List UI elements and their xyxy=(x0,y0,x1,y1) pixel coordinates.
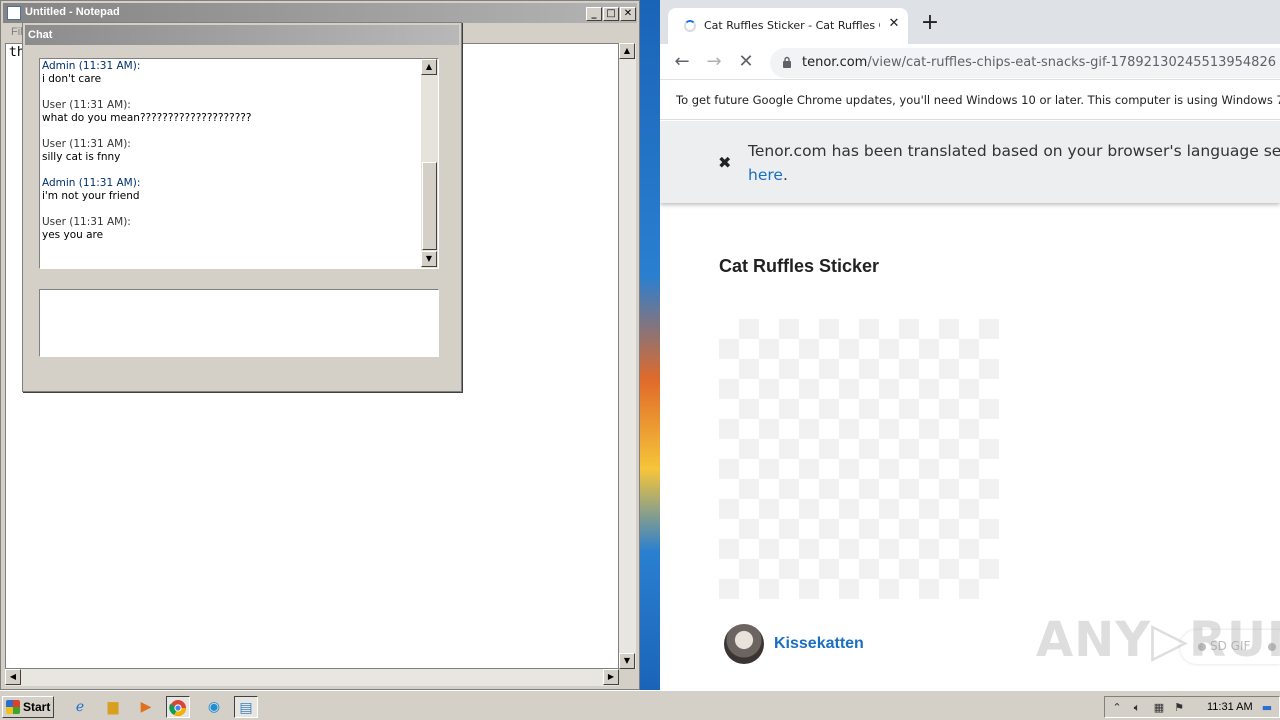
chat-input[interactable] xyxy=(39,289,439,357)
message-header: User (11:31 AM): xyxy=(42,99,131,111)
tab-title: Cat Ruffles Sticker - Cat Ruffles Chips xyxy=(704,19,880,32)
message-header: User (11:31 AM): xyxy=(42,216,131,228)
notepad-icon xyxy=(7,6,21,20)
back-icon[interactable]: ← xyxy=(670,50,694,74)
banner-text: Tenor.com has been translated based on y… xyxy=(748,142,1280,160)
url-path: /view/cat-ruffles-chips-eat-snacks-gif-1… xyxy=(867,55,1276,70)
sticker-image[interactable] xyxy=(719,319,999,599)
clock[interactable]: 11:31 AM xyxy=(1207,701,1253,713)
start-button[interactable]: Start xyxy=(2,696,54,718)
message-text: silly cat is fnny xyxy=(42,151,121,163)
new-tab-button[interactable]: + xyxy=(918,12,942,36)
media-player-icon[interactable]: ▶ xyxy=(134,696,158,718)
url-text: tenor.com/view/cat-ruffles-chips-eat-sna… xyxy=(802,55,1276,70)
notepad-horizontal-scrollbar[interactable]: ◀ ▶ xyxy=(5,669,619,686)
tab-close-icon[interactable]: ✕ xyxy=(886,16,902,32)
message-header: User (11:31 AM): xyxy=(42,138,131,150)
desktop-wallpaper xyxy=(640,0,660,690)
menu-file[interactable]: Fil xyxy=(11,26,23,38)
chat-titlebar[interactable]: Chat xyxy=(25,25,459,45)
banner-link[interactable]: here xyxy=(748,166,783,184)
scroll-thumb[interactable] xyxy=(422,162,437,250)
scroll-right-icon[interactable]: ▶ xyxy=(603,669,619,685)
stop-loading-icon[interactable]: ✕ xyxy=(734,50,758,74)
show-hidden-icons-icon[interactable]: ⌃ xyxy=(1109,700,1125,716)
minimize-button[interactable]: _ xyxy=(586,7,602,21)
notepad-taskbar-icon[interactable]: ▤ xyxy=(234,696,258,718)
browser-toolbar: ← → ✕ tenor.com/view/cat-ruffles-chips-e… xyxy=(660,44,1280,80)
chat-window: Chat Admin (11:31 AM): i don't care User… xyxy=(22,22,462,392)
chat-message: User (11:31 AM): silly cat is fnny xyxy=(42,138,420,164)
scroll-down-icon[interactable]: ▼ xyxy=(421,251,437,267)
banner-link-suffix: . xyxy=(782,166,788,184)
infobar-message: To get future Google Chrome updates, you… xyxy=(676,93,1280,107)
page-title: Cat Ruffles Sticker xyxy=(719,256,880,276)
start-label: Start xyxy=(23,700,51,714)
author-link[interactable]: Kissekatten xyxy=(774,635,864,653)
system-tray: ⌃ 🔈︎ ▦ ⚑ 11:31 AM ▬ xyxy=(1104,696,1280,718)
maximize-button[interactable]: □ xyxy=(603,7,619,21)
scroll-left-icon[interactable]: ◀ xyxy=(5,669,21,685)
loading-spinner-icon xyxy=(684,20,696,32)
network-icon[interactable]: ▦ xyxy=(1151,700,1167,716)
volume-icon[interactable]: 🔈︎ xyxy=(1129,700,1145,716)
scroll-down-icon[interactable]: ▼ xyxy=(619,653,635,669)
watermark: ANY▷RUN xyxy=(1036,612,1280,668)
notepad-vertical-scrollbar[interactable]: ▲ ▼ xyxy=(619,43,636,669)
message-text: i don't care xyxy=(42,73,102,85)
message-header: Admin (11:31 AM): xyxy=(42,60,141,72)
chat-message: User (11:31 AM): what do you mean???????… xyxy=(42,99,420,125)
update-infobar: To get future Google Chrome updates, you… xyxy=(660,81,1280,120)
banner-message: Tenor.com has been translated based on y… xyxy=(748,139,1280,187)
taskbar: Start ℯ ▆ ▶ ◉ ▤ ⌃ 🔈︎ ▦ ⚑ 11:31 AM ▬ xyxy=(0,690,1280,720)
browser-window: Cat Ruffles Sticker - Cat Ruffles Chips … xyxy=(660,0,1280,690)
page-viewport[interactable]: ✖ Tenor.com has been translated based on… xyxy=(660,121,1280,690)
chrome-icon[interactable] xyxy=(166,696,190,718)
edge-icon[interactable]: ◉ xyxy=(202,696,226,718)
message-text: yes you are xyxy=(42,229,104,241)
chat-message: User (11:31 AM): yes you are xyxy=(42,216,420,242)
close-button[interactable]: ✕ xyxy=(620,7,636,21)
notepad-title: Untitled - Notepad xyxy=(25,6,120,18)
tab-strip: Cat Ruffles Sticker - Cat Ruffles Chips … xyxy=(660,0,1280,44)
message-text: what do you mean???????????????????? xyxy=(42,112,252,124)
scroll-up-icon[interactable]: ▲ xyxy=(421,59,437,75)
chat-message: Admin (11:31 AM): i'm not your friend xyxy=(42,177,420,203)
message-text: i'm not your friend xyxy=(42,190,140,202)
chrome-logo-icon xyxy=(169,700,186,716)
chat-scrollbar[interactable]: ▲ ▼ xyxy=(421,59,438,268)
file-explorer-icon[interactable]: ▆ xyxy=(101,696,125,718)
url-host: tenor.com xyxy=(802,55,868,70)
action-center-flag-icon[interactable]: ⚑ xyxy=(1171,700,1187,716)
show-desktop-icon[interactable]: ▬ xyxy=(1259,700,1275,716)
chat-message: Admin (11:31 AM): i don't care xyxy=(42,60,420,86)
message-header: Admin (11:31 AM): xyxy=(42,177,141,189)
internet-explorer-icon[interactable]: ℯ xyxy=(68,696,92,718)
address-bar[interactable]: tenor.com/view/cat-ruffles-chips-eat-sna… xyxy=(770,48,1280,78)
lock-icon[interactable] xyxy=(782,56,792,68)
avatar[interactable] xyxy=(724,624,764,664)
notepad-titlebar[interactable]: Untitled - Notepad _ □ ✕ xyxy=(3,3,637,23)
scroll-up-icon[interactable]: ▲ xyxy=(619,43,635,59)
tab-active[interactable]: Cat Ruffles Sticker - Cat Ruffles Chips … xyxy=(668,8,908,44)
forward-icon[interactable]: → xyxy=(702,50,726,74)
chat-log[interactable]: Admin (11:31 AM): i don't care User (11:… xyxy=(39,58,439,269)
windows-logo-icon xyxy=(6,700,20,714)
close-icon[interactable]: ✖ xyxy=(718,153,731,172)
chat-title: Chat xyxy=(28,29,53,41)
translation-banner: ✖ Tenor.com has been translated based on… xyxy=(660,121,1280,203)
